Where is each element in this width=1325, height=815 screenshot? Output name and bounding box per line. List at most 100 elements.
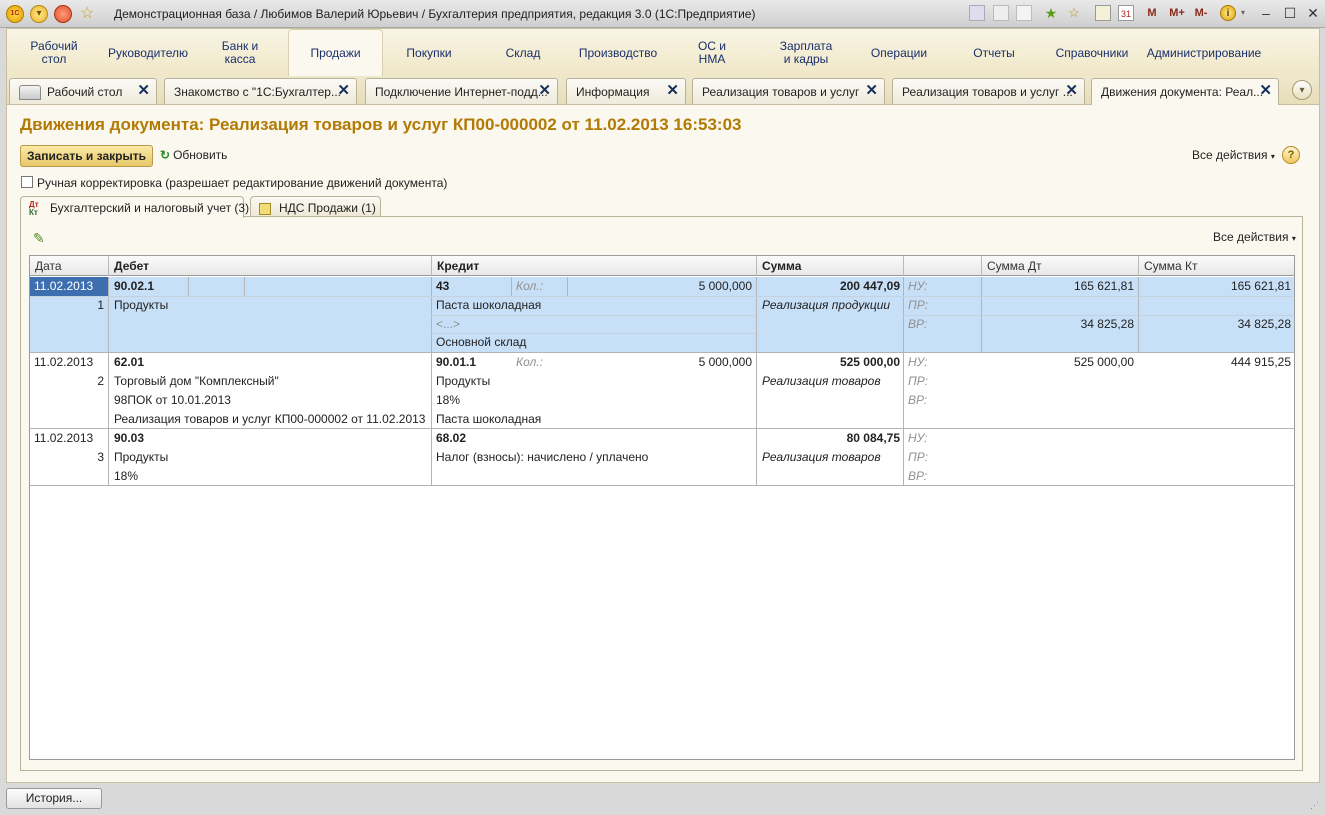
- chevron-down-icon: ▾: [1270, 152, 1275, 161]
- tax-label: ВР:: [908, 317, 928, 331]
- table-row[interactable]: 11.02.2013 3 90.03 Продукты 18% 68.02 На…: [30, 429, 1294, 486]
- row-sum: 200 447,09: [839, 279, 900, 293]
- qty-value: 5 000,000: [698, 279, 752, 293]
- info-icon[interactable]: i: [1220, 5, 1236, 21]
- memory-plus-button[interactable]: M+: [1166, 5, 1188, 21]
- close-tab-icon[interactable]: ✕: [1259, 83, 1272, 99]
- favorites-icon[interactable]: ☆: [1066, 5, 1082, 21]
- table-header: Дата Дебет Кредит Сумма Сумма Дт Сумма К…: [30, 256, 1294, 276]
- row-number: 2: [97, 374, 104, 388]
- sum-kt: 444 915,25: [1230, 355, 1291, 369]
- main-menu-icon[interactable]: ▾: [30, 5, 48, 23]
- section-desktop[interactable]: Рабочий стол: [19, 29, 89, 77]
- tax-label: НУ:: [908, 279, 928, 293]
- section-reports[interactable]: Отчеты: [961, 29, 1027, 77]
- chevron-down-icon: ▾: [1291, 234, 1296, 243]
- stop-icon[interactable]: [54, 5, 72, 23]
- memory-minus-button[interactable]: M-: [1191, 5, 1211, 21]
- dt-kt-icon: Дт Кт: [29, 200, 39, 217]
- tax-label: ПР:: [908, 298, 928, 312]
- section-fixed-assets[interactable]: ОС и НМА: [677, 29, 747, 77]
- section-bank[interactable]: Банк и касса: [204, 29, 276, 77]
- sum-dt: 34 825,28: [1080, 317, 1134, 331]
- close-tab-icon[interactable]: ✕: [666, 83, 679, 99]
- sum-dt: 165 621,81: [1073, 279, 1134, 293]
- tab-sales-2[interactable]: Реализация товаров и услуг ... ✕: [892, 78, 1085, 104]
- tab-information[interactable]: Информация ✕: [566, 78, 686, 104]
- debit-subconto: Продукты: [114, 450, 169, 464]
- row-date: 11.02.2013: [34, 355, 94, 369]
- tab-accounting[interactable]: Дт Кт Бухгалтерский и налоговый учет (3): [20, 196, 249, 218]
- add-favorite-icon[interactable]: ★: [1043, 5, 1059, 21]
- close-tab-icon[interactable]: ✕: [538, 83, 551, 99]
- row-date: 11.02.2013: [34, 431, 94, 445]
- tab-sales-1[interactable]: Реализация товаров и услуг ✕: [692, 78, 885, 104]
- close-tab-icon[interactable]: ✕: [1065, 83, 1078, 99]
- tab-intro[interactable]: Знакомство с "1С:Бухгалтер... ✕: [164, 78, 357, 104]
- close-icon[interactable]: ✕: [1302, 4, 1324, 22]
- movements-table[interactable]: Дата Дебет Кредит Сумма Сумма Дт Сумма К…: [29, 255, 1295, 760]
- table-row[interactable]: 11.02.2013 1 90.02.1 Продукты 43 Кол.: 5…: [30, 277, 1294, 353]
- app-logo-icon[interactable]: 1С: [6, 5, 24, 23]
- close-tab-icon[interactable]: ✕: [337, 83, 350, 99]
- section-catalogs[interactable]: Справочники: [1047, 29, 1137, 77]
- col-sum-kt[interactable]: Сумма Кт: [1139, 256, 1294, 276]
- history-button[interactable]: История...: [6, 788, 102, 809]
- document-form: Движения документа: Реализация товаров и…: [6, 105, 1320, 783]
- close-tab-icon[interactable]: ✕: [137, 83, 150, 99]
- manual-correction-checkbox[interactable]: [21, 176, 33, 188]
- save-icon[interactable]: [969, 5, 985, 21]
- section-purchases[interactable]: Покупки: [393, 29, 465, 77]
- favorite-star-icon[interactable]: ☆: [80, 5, 98, 23]
- document-icon: [259, 202, 271, 215]
- help-button[interactable]: ?: [1282, 146, 1300, 164]
- col-date[interactable]: Дата: [30, 256, 109, 276]
- tab-desktop[interactable]: Рабочий стол ✕: [9, 78, 157, 104]
- all-actions-menu[interactable]: Все действия ▾: [1192, 148, 1275, 162]
- info-dropdown-icon[interactable]: ▾: [1238, 5, 1248, 21]
- minimize-icon[interactable]: –: [1255, 4, 1277, 22]
- print-icon[interactable]: [993, 5, 1009, 21]
- row-content: Реализация продукции: [762, 298, 891, 312]
- row-sum: 80 084,75: [846, 431, 900, 445]
- refresh-button[interactable]: ↻ Обновить: [160, 148, 227, 162]
- section-sales[interactable]: Продажи: [288, 29, 383, 77]
- section-warehouse[interactable]: Склад: [487, 29, 559, 77]
- col-sum-dt[interactable]: Сумма Дт: [982, 256, 1139, 276]
- tab-document-movements[interactable]: Движения документа: Реал... ✕: [1091, 78, 1279, 105]
- window-title: Демонстрационная база / Любимов Валерий …: [114, 7, 756, 21]
- calculator-icon[interactable]: [1095, 5, 1111, 21]
- credit-subconto: Налог (взносы): начислено / уплачено: [436, 450, 649, 464]
- save-and-close-button[interactable]: Записать и закрыть: [20, 145, 153, 167]
- section-payroll[interactable]: Зарплата и кадры: [765, 29, 847, 77]
- title-bar: 1С ▾ ☆ Демонстрационная база / Любимов В…: [0, 0, 1325, 28]
- debit-subconto: Торговый дом "Комплексный": [114, 374, 279, 388]
- section-operations[interactable]: Операции: [859, 29, 939, 77]
- memory-button[interactable]: M: [1144, 5, 1160, 21]
- col-sum[interactable]: Сумма: [757, 256, 904, 276]
- open-windows-bar: Рабочий стол ✕ Знакомство с "1С:Бухгалтер…: [6, 76, 1320, 105]
- resize-grip-icon[interactable]: ⋰: [1310, 800, 1322, 812]
- close-tab-icon[interactable]: ✕: [865, 83, 878, 99]
- more-tabs-icon[interactable]: ▾: [1292, 80, 1312, 100]
- credit-account: 90.01.1: [436, 355, 477, 369]
- tab-vat-sales[interactable]: НДС Продажи (1): [250, 196, 381, 217]
- col-debit[interactable]: Дебет: [109, 256, 432, 276]
- debit-subconto: Реализация товаров и услуг КП00-000002 о…: [114, 412, 428, 426]
- table-row[interactable]: 11.02.2013 2 62.01 Торговый дом "Комплек…: [30, 353, 1294, 429]
- col-credit[interactable]: Кредит: [432, 256, 757, 276]
- section-production[interactable]: Производство: [572, 29, 664, 77]
- credit-subconto: Паста шоколадная: [436, 298, 542, 312]
- section-manager[interactable]: Руководителю: [103, 29, 193, 77]
- maximize-icon[interactable]: ☐: [1279, 4, 1301, 22]
- grid-all-actions-menu[interactable]: Все действия ▾: [1213, 230, 1296, 244]
- col-tax-type[interactable]: [904, 256, 982, 276]
- page-title: Движения документа: Реализация товаров и…: [20, 115, 742, 134]
- credit-subconto: Основной склад: [436, 335, 527, 349]
- preview-icon[interactable]: [1016, 5, 1032, 21]
- calendar-icon[interactable]: 31: [1118, 5, 1134, 21]
- credit-subconto: Паста шоколадная: [436, 412, 542, 426]
- section-administration[interactable]: Администрирование: [1139, 29, 1269, 77]
- tab-internet-support[interactable]: Подключение Интернет-подд... ✕: [365, 78, 558, 104]
- edit-pencil-icon[interactable]: ✎: [33, 231, 47, 245]
